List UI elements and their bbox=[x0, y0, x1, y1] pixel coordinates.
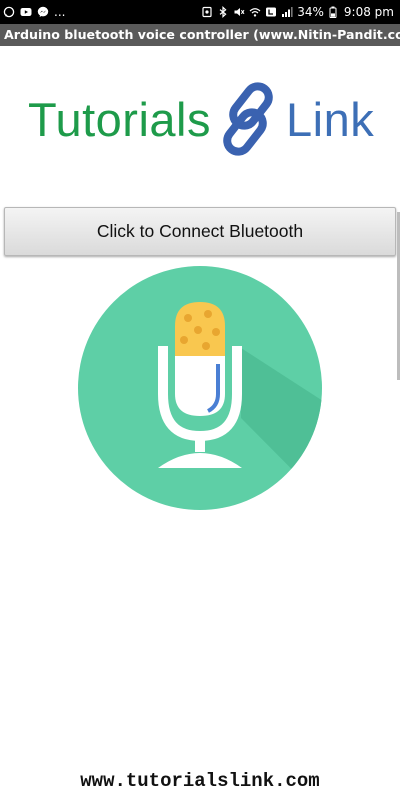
microphone-icon bbox=[78, 266, 322, 510]
lte-badge-icon bbox=[265, 6, 277, 18]
logo-word-left: Tutorials bbox=[28, 93, 211, 146]
messenger-icon bbox=[37, 6, 49, 18]
signal-icon bbox=[281, 6, 293, 18]
connect-bluetooth-label: Click to Connect Bluetooth bbox=[96, 221, 304, 241]
logo-word-right: Link bbox=[286, 93, 375, 146]
battery-percent: 34% bbox=[297, 5, 324, 19]
app-title-bar: Arduino bluetooth voice controller (www.… bbox=[0, 24, 400, 46]
tutorials-link-logo: Tutorials Link bbox=[28, 80, 378, 160]
status-right-icons: 34% 9:08 pm bbox=[201, 3, 394, 21]
chain-link-icon bbox=[216, 80, 280, 158]
mute-icon bbox=[233, 6, 245, 18]
youtube-icon bbox=[20, 6, 32, 18]
whatsapp-icon bbox=[3, 6, 15, 18]
more-notifications-text: ... bbox=[54, 5, 66, 19]
footer-website-url: www.tutorialslink.com bbox=[80, 770, 320, 792]
notification-icon bbox=[201, 6, 213, 18]
status-bar: ... 34% 9:08 pm bbox=[0, 0, 400, 24]
wifi-icon bbox=[249, 6, 261, 18]
status-time: 9:08 pm bbox=[343, 5, 394, 19]
connect-bluetooth-button[interactable]: Click to Connect Bluetooth bbox=[4, 207, 396, 256]
battery-icon bbox=[328, 6, 340, 18]
voice-input-button[interactable] bbox=[78, 266, 322, 510]
bluetooth-icon bbox=[217, 6, 229, 18]
status-left-icons: ... bbox=[3, 3, 65, 21]
app-title: Arduino bluetooth voice controller (www.… bbox=[4, 27, 400, 42]
